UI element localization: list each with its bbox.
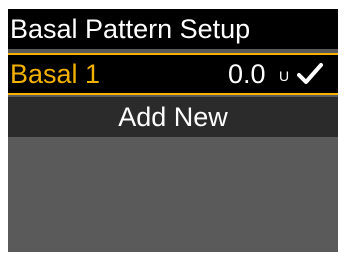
pump-screen: Basal Pattern Setup Basal 1 0.0 U Add Ne… [8,9,338,252]
add-new-button[interactable]: Add New [8,97,338,137]
pattern-row-basal-1[interactable]: Basal 1 0.0 U [8,53,338,95]
pattern-amount: 0.0 [228,59,266,89]
pattern-unit: U [279,68,290,84]
pattern-name: Basal 1 [10,59,101,89]
checkmark-icon [297,63,323,84]
page-title: Basal Pattern Setup [8,9,338,49]
empty-list-area [8,137,338,252]
